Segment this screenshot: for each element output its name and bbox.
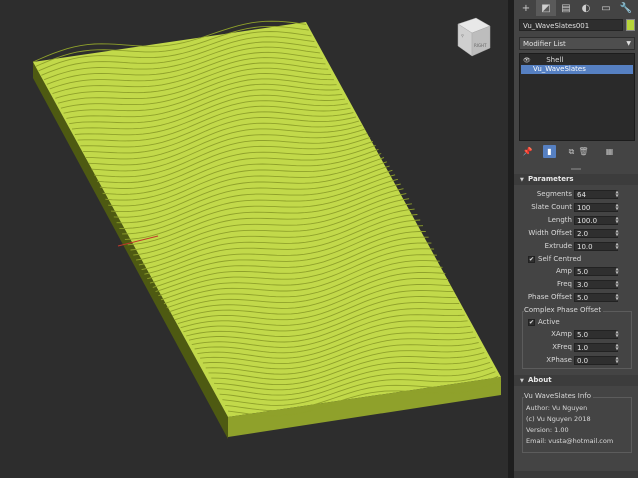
xfreq-spinner[interactable]: 1.0 — [574, 343, 618, 352]
eye-icon[interactable]: 👁 — [523, 56, 532, 65]
about-copyright: (c) Vu Nguyen 2018 — [526, 415, 591, 423]
hierarchy-icon[interactable]: ▤ — [556, 0, 576, 16]
modifier-stack[interactable]: 👁 Shell Vu_WaveSlates — [519, 53, 635, 141]
about-rollout-header[interactable]: ▼ About — [514, 375, 638, 386]
modifier-list-dropdown[interactable]: Modifier List ▼ — [519, 37, 635, 50]
active-checkbox[interactable]: ✔ — [528, 319, 535, 326]
viewcube-icon: ⚲ — [461, 33, 464, 38]
self-centred-checkbox[interactable]: ✔ — [528, 256, 535, 263]
show-end-result-icon[interactable]: ▮ — [543, 145, 556, 158]
stack-tools: 📌 ▮ ⧉ 🗑 ▦ — [519, 145, 635, 159]
length-spinner[interactable]: 100.0 — [574, 216, 618, 225]
freq-spinner[interactable]: 3.0 — [574, 280, 618, 289]
slate-count-spinner[interactable]: 100 — [574, 203, 618, 212]
phase-offset-label: Phase Offset — [527, 293, 572, 301]
about-title: About — [528, 376, 552, 384]
about-version: Version: 1.00 — [526, 426, 569, 434]
spinner-arrows-icon[interactable]: ▲ ▼ — [614, 356, 620, 365]
extrude-spinner[interactable]: 10.0 — [574, 242, 618, 251]
pin-stack-icon[interactable]: 📌 — [521, 145, 534, 158]
modifier-list-label: Modifier List — [523, 40, 566, 48]
spinner-arrows-icon[interactable]: ▲ ▼ — [614, 330, 620, 339]
create-icon[interactable]: + — [516, 0, 536, 16]
stack-item-label: Vu_WaveSlates — [533, 65, 586, 73]
viewcube-label: RIGHT — [474, 43, 487, 48]
phase-offset-spinner[interactable]: 5.0 — [574, 293, 618, 302]
xphase-label: XPhase — [546, 356, 572, 364]
spinner-arrows-icon[interactable]: ▲ ▼ — [614, 242, 620, 251]
freq-label: Freq — [557, 280, 572, 288]
complex-phase-title: Complex Phase Offset — [524, 306, 604, 314]
wave-slates-model[interactable] — [0, 0, 508, 478]
xphase-spinner[interactable]: 0.0 — [574, 356, 618, 365]
xfreq-label: XFreq — [552, 343, 572, 351]
stack-item-label: Shell — [546, 56, 564, 64]
remove-modifier-icon[interactable]: 🗑 — [577, 145, 590, 158]
command-panel: + ◩ ▤ ◐ ▭ 🔧 Vu_WaveSlates001 Modifier Li… — [514, 0, 638, 478]
self-centred-label: Self Centred — [538, 255, 582, 263]
utilities-icon[interactable]: 🔧 — [616, 0, 636, 16]
amp-spinner[interactable]: 5.0 — [574, 267, 618, 276]
about-email: Email: vusta@hotmail.com — [526, 437, 614, 445]
stack-item-shell[interactable]: 👁 Shell — [521, 56, 633, 65]
slate-count-label: Slate Count — [531, 203, 572, 211]
object-name-field[interactable]: Vu_WaveSlates001 — [519, 19, 623, 31]
object-color-swatch[interactable] — [626, 19, 635, 31]
panel-grip[interactable] — [571, 168, 581, 170]
rollout-collapse-icon: ▼ — [520, 177, 524, 183]
spinner-arrows-icon[interactable]: ▲ ▼ — [614, 229, 620, 238]
chevron-down-icon: ▼ — [626, 40, 631, 47]
length-label: Length — [547, 216, 572, 224]
spinner-arrows-icon[interactable]: ▲ ▼ — [614, 216, 620, 225]
active-label: Active — [538, 318, 560, 326]
stack-item-waveslates[interactable]: Vu_WaveSlates — [521, 65, 633, 74]
spinner-arrows-icon[interactable]: ▲ ▼ — [614, 203, 620, 212]
spinner-arrows-icon[interactable]: ▲ ▼ — [614, 343, 620, 352]
amp-label: Amp — [555, 267, 572, 275]
parameters-rollout-header[interactable]: ▼ Parameters — [514, 174, 638, 185]
motion-icon[interactable]: ◐ — [576, 0, 596, 16]
about-author: Author: Vu Nguyen — [526, 404, 588, 412]
about-group-title: Vu WaveSlates Info — [524, 392, 594, 400]
modify-icon[interactable]: ◩ — [536, 0, 556, 16]
spinner-arrows-icon[interactable]: ▲ ▼ — [614, 293, 620, 302]
configure-sets-icon[interactable]: ▦ — [603, 145, 616, 158]
viewport[interactable]: ⚲ RIGHT — [0, 0, 508, 478]
spinner-arrows-icon[interactable]: ▲ ▼ — [614, 267, 620, 276]
spinner-arrows-icon[interactable]: ▲ ▼ — [614, 280, 620, 289]
display-icon[interactable]: ▭ — [596, 0, 616, 16]
segments-spinner[interactable]: 64 — [574, 190, 618, 199]
rollout-collapse-icon: ▼ — [520, 378, 524, 384]
spinner-arrows-icon[interactable]: ▲ ▼ — [614, 190, 620, 199]
segments-label: Segments — [536, 190, 572, 198]
parameters-title: Parameters — [528, 175, 574, 183]
panel-bottom-strip — [514, 471, 638, 478]
width-offset-label: Width Offset — [528, 229, 572, 237]
xamp-spinner[interactable]: 5.0 — [574, 330, 618, 339]
viewcube[interactable]: ⚲ RIGHT — [452, 14, 492, 58]
width-offset-spinner[interactable]: 2.0 — [574, 229, 618, 238]
extrude-label: Extrude — [544, 242, 572, 250]
xamp-label: XAmp — [551, 330, 572, 338]
